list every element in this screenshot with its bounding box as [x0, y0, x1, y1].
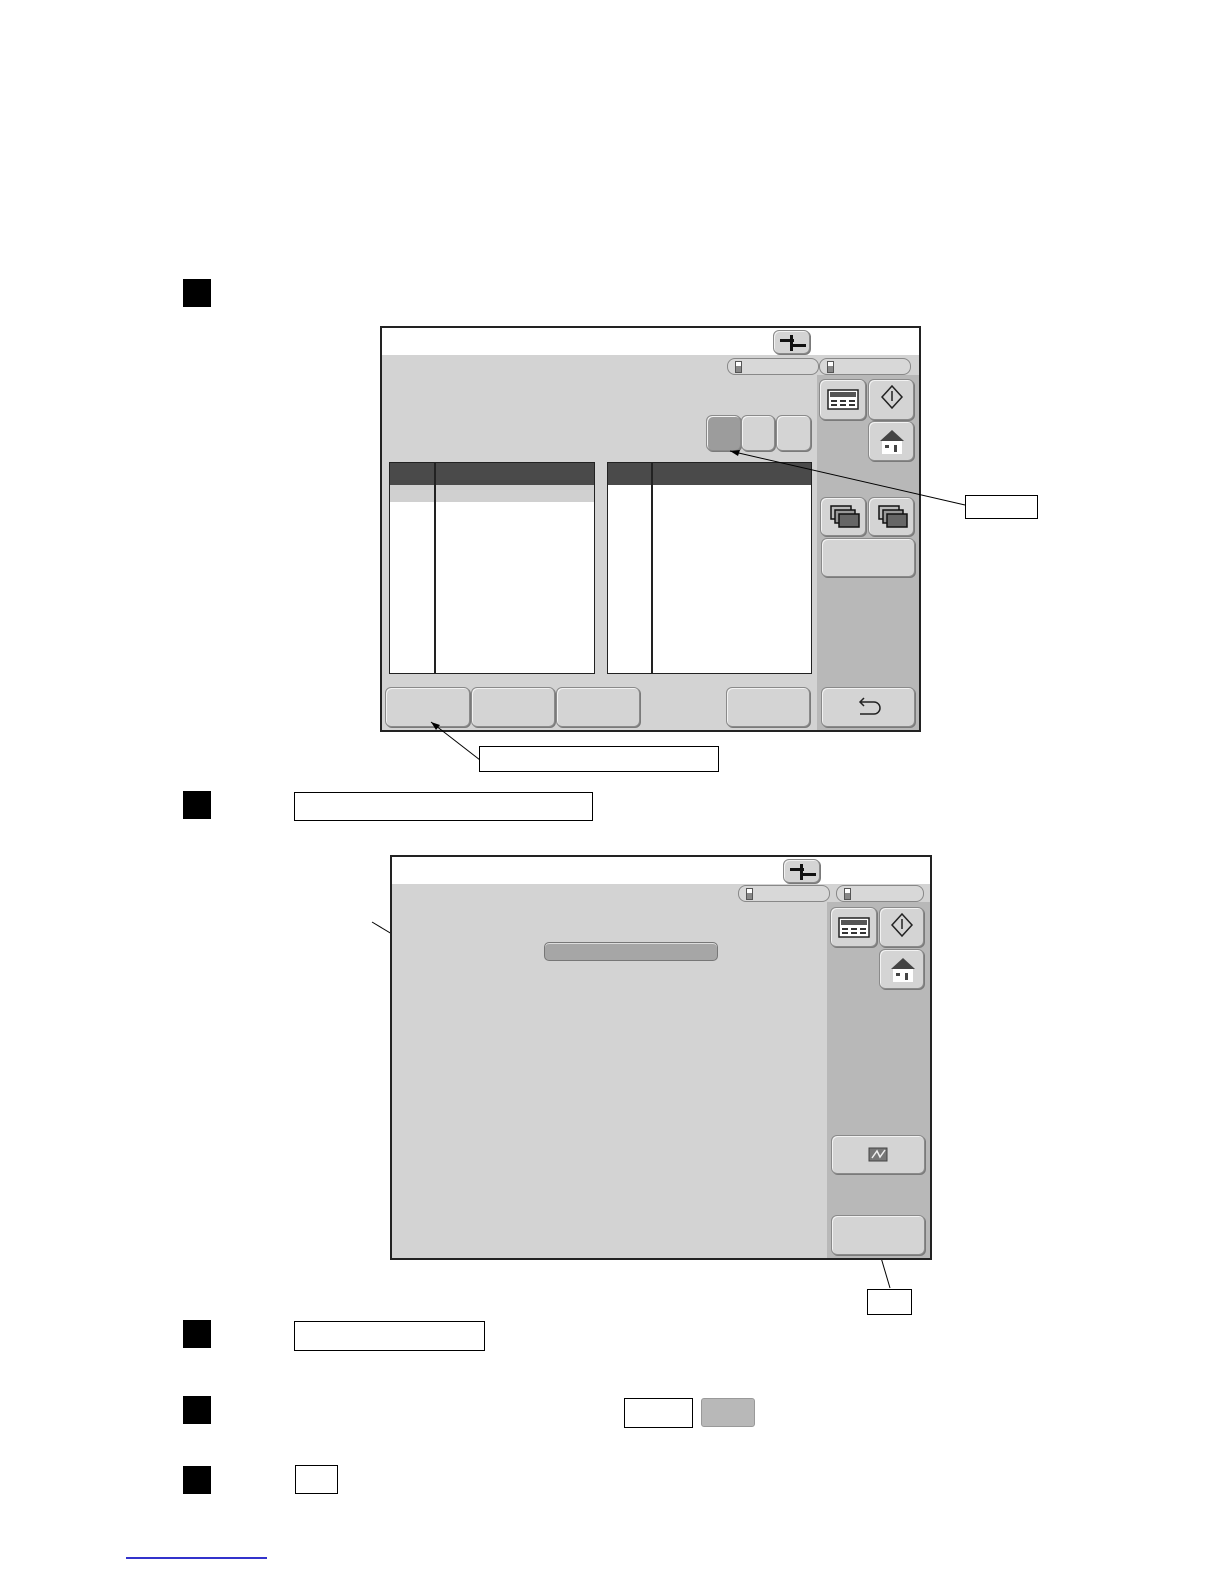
step-4-gray-key — [701, 1398, 755, 1427]
status-field — [544, 942, 718, 961]
footer-link-underline[interactable] — [126, 1557, 267, 1559]
step-5-key-box — [295, 1465, 338, 1494]
gauge-icon — [746, 888, 753, 900]
step-marker-5 — [183, 1466, 211, 1494]
tool-button[interactable] — [783, 859, 820, 883]
callout-box-sidebar-key — [867, 1289, 912, 1315]
start-button[interactable] — [879, 907, 924, 947]
home-icon — [891, 958, 915, 982]
menu-panel-button[interactable] — [830, 907, 877, 947]
start-diamond-icon — [890, 912, 914, 938]
gauge-pill-1 — [738, 885, 830, 902]
step-marker-4 — [183, 1396, 211, 1424]
wave-button[interactable] — [831, 1135, 925, 1174]
tool-icon — [790, 864, 816, 880]
wave-icon — [868, 1147, 888, 1162]
menu-panel-icon — [838, 917, 870, 938]
home-button[interactable] — [879, 949, 924, 989]
title-bar — [392, 857, 930, 884]
step-marker-2 — [183, 791, 211, 819]
step-4-key-box — [624, 1398, 693, 1428]
gauge-icon — [844, 888, 851, 900]
callout-box-selector — [965, 495, 1038, 519]
step-2-key-box — [294, 792, 593, 821]
screen-2 — [390, 855, 932, 1260]
step-marker-3 — [183, 1320, 211, 1348]
sidebar-bottom-button[interactable] — [831, 1215, 925, 1255]
gauge-pill-2 — [836, 885, 924, 902]
callout-box-bottom-key — [479, 746, 719, 772]
step-3-key-box — [294, 1321, 485, 1351]
